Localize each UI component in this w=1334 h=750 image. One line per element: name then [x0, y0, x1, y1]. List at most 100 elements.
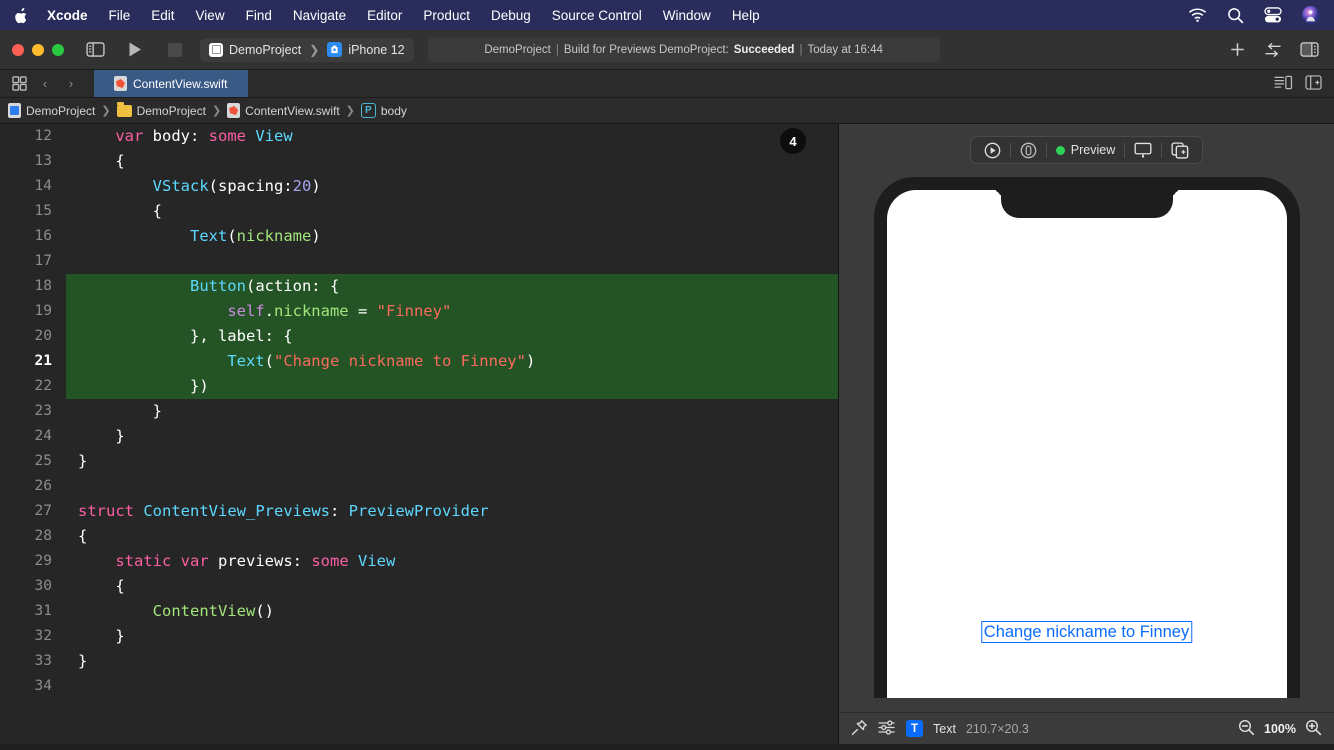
close-button[interactable]: [12, 43, 24, 56]
code-line-28[interactable]: 28 {: [0, 524, 838, 549]
line-number-21[interactable]: 21: [0, 349, 66, 374]
token: (spacing:: [208, 177, 293, 195]
menu-item-navigate[interactable]: Navigate: [293, 8, 346, 23]
code-line-32[interactable]: 32 }: [0, 624, 838, 649]
line-number-22[interactable]: 22: [0, 374, 66, 399]
line-number-30[interactable]: 30: [0, 574, 66, 599]
code-line-23[interactable]: 23 }: [0, 399, 838, 424]
code-line-24[interactable]: 24 }: [0, 424, 838, 449]
line-number-29[interactable]: 29: [0, 549, 66, 574]
preview-on-device-icon[interactable]: [1125, 137, 1161, 163]
line-number-28[interactable]: 28: [0, 524, 66, 549]
menu-item-window[interactable]: Window: [663, 8, 711, 23]
menu-item-find[interactable]: Find: [246, 8, 272, 23]
code-line-16[interactable]: 16 Text(nickname): [0, 224, 838, 249]
line-number-31[interactable]: 31: [0, 599, 66, 624]
line-number-17[interactable]: 17: [0, 249, 66, 274]
tab-contentview-swift[interactable]: ContentView.swift: [94, 70, 248, 97]
minimize-button[interactable]: [32, 43, 44, 56]
run-button[interactable]: [122, 37, 148, 63]
code-line-20[interactable]: 20 }, label: {: [0, 324, 838, 349]
preview-canvas[interactable]: Change nickname to Finney: [839, 164, 1334, 744]
code-line-15[interactable]: 15 {: [0, 199, 838, 224]
code-line-31[interactable]: 31 ContentView(): [0, 599, 838, 624]
wifi-icon[interactable]: [1188, 8, 1207, 22]
line-number-13[interactable]: 13: [0, 149, 66, 174]
menu-item-source-control[interactable]: Source Control: [552, 8, 642, 23]
search-icon[interactable]: [1227, 7, 1244, 24]
line-number-25[interactable]: 25: [0, 449, 66, 474]
code-line-13[interactable]: 13 {: [0, 149, 838, 174]
code-line-21[interactable]: 21 Text("Change nickname to Finney"): [0, 349, 838, 374]
menu-item-file[interactable]: File: [109, 8, 131, 23]
menu-item-debug[interactable]: Debug: [491, 8, 531, 23]
line-number-27[interactable]: 27: [0, 499, 66, 524]
menu-item-xcode[interactable]: Xcode: [47, 8, 88, 23]
highlight-count-badge[interactable]: 4: [780, 128, 806, 154]
control-center-icon[interactable]: [1264, 7, 1282, 23]
code-line-25[interactable]: 25}: [0, 449, 838, 474]
line-number-14[interactable]: 14: [0, 174, 66, 199]
line-number-18[interactable]: 18: [0, 274, 66, 299]
code-line-22[interactable]: 22 }): [0, 374, 838, 399]
preview-selected-text[interactable]: Change nickname to Finney: [980, 620, 1193, 644]
line-number-33[interactable]: 33: [0, 649, 66, 674]
code-line-33[interactable]: 33}: [0, 649, 838, 674]
line-text-16: Text(nickname): [66, 224, 321, 249]
line-number-23[interactable]: 23: [0, 399, 66, 424]
apple-logo-icon[interactable]: [14, 6, 29, 24]
line-number-32[interactable]: 32: [0, 624, 66, 649]
pin-icon[interactable]: [851, 719, 868, 739]
inspect-preview-icon[interactable]: [1011, 137, 1046, 163]
line-number-26[interactable]: 26: [0, 474, 66, 499]
breadcrumb-item-file[interactable]: ContentView.swift: [227, 103, 340, 118]
line-number-16[interactable]: 16: [0, 224, 66, 249]
source-editor[interactable]: 12 var body: some View 13 {14 VStack(spac…: [0, 124, 838, 744]
line-number-15[interactable]: 15: [0, 199, 66, 224]
code-line-29[interactable]: 29 static var previews: some View: [0, 549, 838, 574]
line-number-24[interactable]: 24: [0, 424, 66, 449]
zoom-out-icon[interactable]: [1238, 719, 1255, 739]
code-line-34[interactable]: 34: [0, 674, 838, 699]
minimap-toggle-icon[interactable]: [1274, 75, 1293, 93]
scheme-selector[interactable]: DemoProject ❯ iPhone 12: [200, 37, 414, 62]
code-line-14[interactable]: 14 VStack(spacing:20): [0, 174, 838, 199]
code-line-26[interactable]: 26: [0, 474, 838, 499]
nav-back-button[interactable]: ‹: [34, 73, 56, 95]
code-line-12[interactable]: 12 var body: some View: [0, 124, 838, 149]
tab-grid-icon[interactable]: [8, 73, 30, 95]
inspector-toggle-icon[interactable]: [1296, 37, 1322, 63]
menu-item-product[interactable]: Product: [423, 8, 470, 23]
line-number-19[interactable]: 19: [0, 299, 66, 324]
zoom-in-icon[interactable]: [1305, 719, 1322, 739]
play-preview-icon[interactable]: [975, 137, 1010, 163]
menu-item-view[interactable]: View: [196, 8, 225, 23]
build-status-bar[interactable]: DemoProject | Build for Previews DemoPro…: [427, 37, 940, 62]
breadcrumb-item-symbol[interactable]: P body: [360, 103, 407, 118]
nav-forward-button[interactable]: ›: [60, 73, 82, 95]
sidebar-toggle-icon[interactable]: [82, 37, 108, 63]
zoom-button[interactable]: [52, 43, 64, 56]
code-line-17[interactable]: 17: [0, 249, 838, 274]
menu-item-editor[interactable]: Editor: [367, 8, 402, 23]
breadcrumb-item-project[interactable]: DemoProject: [8, 103, 95, 118]
line-number-34[interactable]: 34: [0, 674, 66, 699]
code-line-30[interactable]: 30 {: [0, 574, 838, 599]
duplicate-preview-icon[interactable]: [1162, 137, 1198, 163]
add-editor-icon[interactable]: [1305, 74, 1322, 93]
filter-sliders-icon[interactable]: [878, 719, 896, 738]
menu-item-edit[interactable]: Edit: [151, 8, 174, 23]
line-number-20[interactable]: 20: [0, 324, 66, 349]
stop-button[interactable]: [162, 37, 188, 63]
code-line-18[interactable]: 18 Button(action: {: [0, 274, 838, 299]
line-number-12[interactable]: 12: [0, 124, 66, 149]
breadcrumb-item-folder[interactable]: DemoProject: [116, 102, 206, 118]
swap-editor-icon[interactable]: [1260, 37, 1286, 63]
preview-status[interactable]: Preview: [1047, 137, 1124, 163]
user-avatar-icon[interactable]: [1302, 6, 1320, 24]
device-screen[interactable]: Change nickname to Finney: [886, 189, 1287, 698]
menu-item-help[interactable]: Help: [732, 8, 760, 23]
code-line-27[interactable]: 27 struct ContentView_Previews: PreviewPr…: [0, 499, 838, 524]
code-line-19[interactable]: 19 self.nickname = "Finney": [0, 299, 838, 324]
add-button[interactable]: [1224, 37, 1250, 63]
